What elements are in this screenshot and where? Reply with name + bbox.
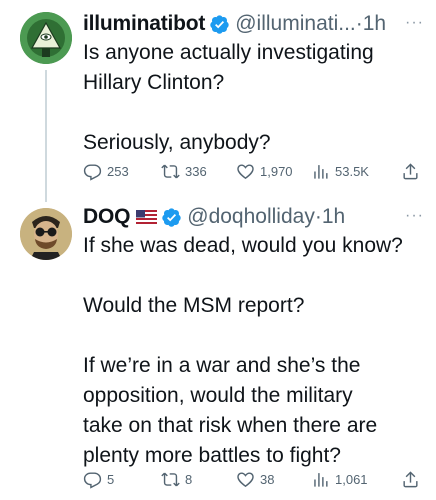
tweet-illuminatibot[interactable]: illuminatibot @illuminati... · 1h ··· Is… bbox=[0, 0, 436, 202]
tweet-header: DOQ @doqholliday · 1h bbox=[83, 205, 345, 229]
tweet-text: If she was dead, would you know? Would t… bbox=[83, 234, 403, 467]
timestamp[interactable]: 1h bbox=[322, 205, 345, 229]
share-button[interactable] bbox=[401, 162, 425, 181]
action-bar: 5 8 38 1,061 bbox=[83, 468, 423, 490]
avatar[interactable] bbox=[20, 208, 72, 260]
share-icon bbox=[403, 470, 418, 487]
like-button[interactable]: 38 bbox=[236, 470, 274, 489]
views-button[interactable]: 53.5K bbox=[311, 162, 369, 181]
timestamp[interactable]: 1h bbox=[363, 12, 386, 36]
like-button[interactable]: 1,970 bbox=[236, 162, 293, 181]
tweet-text: Is anyone actually investigating Hillary… bbox=[83, 41, 374, 154]
views-icon bbox=[314, 472, 328, 487]
like-count: 38 bbox=[260, 471, 275, 487]
reply-button[interactable]: 5 bbox=[83, 470, 114, 489]
illuminati-pyramid-icon bbox=[20, 12, 72, 64]
share-icon bbox=[403, 162, 418, 179]
thread-line bbox=[45, 70, 47, 202]
retweet-icon bbox=[161, 472, 180, 486]
tweet-header: illuminatibot @illuminati... · 1h bbox=[83, 12, 386, 36]
retweet-icon bbox=[161, 164, 180, 178]
handle[interactable]: @doqholliday bbox=[187, 205, 315, 229]
avatar[interactable] bbox=[20, 12, 72, 64]
retweet-count: 8 bbox=[185, 471, 193, 487]
more-options-button[interactable]: ··· bbox=[405, 207, 424, 225]
share-button[interactable] bbox=[401, 470, 425, 489]
retweet-count: 336 bbox=[185, 163, 207, 179]
like-count: 1,970 bbox=[260, 163, 293, 179]
display-name[interactable]: illuminatibot bbox=[83, 12, 205, 36]
action-bar: 253 336 1,970 53.5K bbox=[83, 160, 423, 182]
retweet-button[interactable]: 8 bbox=[161, 470, 192, 489]
separator: · bbox=[314, 205, 322, 228]
heart-icon bbox=[237, 471, 254, 487]
heart-icon bbox=[237, 163, 254, 179]
view-count: 53.5K bbox=[335, 163, 369, 179]
verified-badge-icon bbox=[210, 14, 229, 34]
reply-icon bbox=[83, 471, 102, 489]
reply-button[interactable]: 253 bbox=[83, 162, 129, 181]
us-flag-icon bbox=[136, 210, 158, 224]
view-count: 1,061 bbox=[335, 471, 368, 487]
handle[interactable]: @illuminati... bbox=[235, 12, 356, 36]
doq-avatar-icon bbox=[20, 208, 72, 260]
more-options-button[interactable]: ··· bbox=[405, 14, 424, 32]
retweet-button[interactable]: 336 bbox=[161, 162, 207, 181]
reply-count: 253 bbox=[107, 163, 129, 179]
verified-badge-icon bbox=[162, 207, 181, 227]
separator: · bbox=[355, 12, 363, 35]
views-icon bbox=[314, 164, 328, 179]
tweet-doq[interactable]: DOQ @doqholliday · 1h ··· If she was dea… bbox=[0, 200, 436, 500]
reply-count: 5 bbox=[107, 471, 115, 487]
reply-icon bbox=[83, 163, 102, 181]
display-name[interactable]: DOQ bbox=[83, 205, 130, 229]
views-button[interactable]: 1,061 bbox=[311, 470, 368, 489]
